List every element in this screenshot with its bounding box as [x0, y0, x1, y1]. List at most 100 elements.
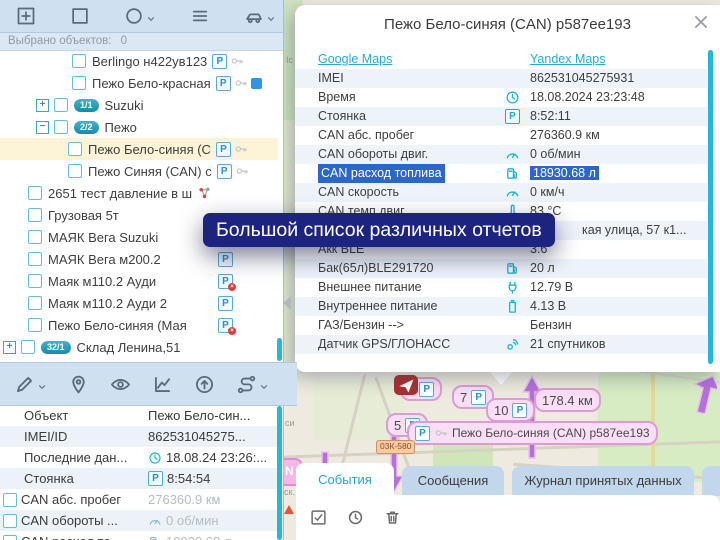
popup-row-value: 18930.68 л	[530, 164, 599, 183]
detail-label: CAN расход то...	[21, 534, 121, 540]
google-maps-link[interactable]: Google Maps	[318, 52, 392, 66]
popup-row-label: Стоянка	[318, 107, 366, 126]
popup-value-text: Бензин	[530, 318, 572, 332]
popup-value-text: 0 об/мин	[530, 147, 581, 161]
close-icon[interactable]	[692, 13, 710, 31]
popup-scrollbar[interactable]	[708, 50, 713, 364]
unit-checkbox[interactable]	[28, 186, 42, 200]
tab-messages[interactable]: Сообщения	[402, 466, 504, 496]
unit-checkbox[interactable]	[54, 120, 68, 134]
select-events-icon[interactable]	[310, 509, 327, 526]
chevron-down-icon[interactable]	[266, 11, 276, 21]
selection-area-icon[interactable]	[70, 6, 90, 26]
route-icon[interactable]	[236, 374, 257, 395]
popup-value-text: 8:52:11	[530, 109, 571, 123]
event-history-group	[347, 509, 364, 526]
popup-row-label: CAN скорость	[318, 183, 399, 202]
unit-checkbox[interactable]	[28, 230, 42, 244]
detail-value-text: 276360.9 км	[148, 492, 220, 507]
list-view-icon[interactable]	[190, 6, 210, 26]
unit-checkbox[interactable]	[28, 208, 42, 222]
unit-checkbox[interactable]	[28, 296, 42, 310]
tree-item[interactable]: Маяк м110.2 Ауди 2P	[0, 292, 278, 314]
unit-label: Пежо Синяя (CAN) с	[88, 164, 212, 179]
visibility-icon[interactable]	[110, 374, 131, 395]
parking-icon: P	[419, 382, 434, 397]
tab-events[interactable]: События	[296, 463, 394, 496]
tree-item[interactable]: Пежо Бело-краснаяP	[0, 72, 278, 94]
export-icon[interactable]	[194, 374, 215, 395]
reports-chart-icon[interactable]	[152, 374, 173, 395]
unit-checkbox[interactable]	[21, 340, 35, 354]
sensor-checkbox[interactable]	[3, 493, 17, 507]
unit-checkbox[interactable]	[28, 252, 42, 266]
unit-label: Berlingo н422ув123	[92, 54, 207, 69]
tree-item[interactable]: МАЯК Вега м200.2P	[0, 248, 278, 270]
tree-item[interactable]: 2651 тест давление в ш	[0, 182, 278, 204]
popup-title: Пежо Бело-синяя (CAN) p587ee193	[295, 5, 720, 33]
edit-icon[interactable]	[14, 374, 35, 395]
detail-row: CAN расход то... 18930.68 л	[0, 531, 277, 540]
detail-value-text: 0 об/мин	[166, 513, 219, 528]
list-view-group	[190, 6, 210, 26]
event-history-icon[interactable]	[347, 509, 364, 526]
edit-group	[14, 374, 47, 395]
tab-partial[interactable]	[702, 466, 720, 496]
tree-scrollbar[interactable]	[277, 338, 282, 361]
map-street-label: Ic	[286, 55, 293, 65]
expand-icon[interactable]: +	[36, 99, 49, 112]
popup-row: CAN абс. пробег276360.9 км	[295, 126, 707, 145]
detail-value: 18930.68 л	[148, 534, 231, 540]
detail-value: 18.08.24 23:26:...	[148, 450, 267, 465]
route-arrow-icon	[691, 374, 717, 414]
avito-logo-icon	[609, 502, 643, 534]
delete-events-icon[interactable]	[384, 509, 401, 526]
unit-checkbox[interactable]	[54, 98, 68, 112]
popup-value-text: 18.08.2024 23:23:48	[530, 90, 645, 104]
tree-item[interactable]: Маяк м110.2 АудиP×	[0, 270, 278, 292]
panel-collapse-arrow-icon[interactable]	[283, 296, 291, 310]
red-cross-dot-icon: ×	[228, 283, 236, 291]
unit-checkbox[interactable]	[72, 54, 86, 68]
unit-checkbox[interactable]	[28, 318, 42, 332]
unit-checkbox[interactable]	[68, 142, 82, 156]
sensor-checkbox[interactable]	[3, 535, 17, 540]
map-cluster-badge[interactable]: 10P	[486, 398, 535, 422]
expand-icon[interactable]: +	[3, 341, 16, 354]
unit-checkbox[interactable]	[72, 76, 86, 90]
popup-value-text: 0 км/ч	[530, 185, 564, 199]
selection-area-group	[70, 6, 90, 26]
tree-item[interactable]: −2/2Пежо	[0, 116, 278, 138]
location-icon[interactable]	[68, 374, 89, 395]
popup-value-text: 862531045275931	[530, 71, 634, 85]
tree-item[interactable]: +1/1Suzuki	[0, 94, 278, 116]
details-scrollbar[interactable]	[277, 406, 282, 540]
unit-checkbox[interactable]	[68, 164, 82, 178]
popup-row: СтоянкаP8:52:11	[295, 107, 707, 126]
yandex-maps-link[interactable]: Yandex Maps	[530, 50, 606, 69]
tree-item[interactable]: +32/1Склад Ленина,51	[0, 336, 278, 358]
popup-row: CAN расход топлива18930.68 л	[295, 164, 707, 183]
tree-item[interactable]: Berlingo н422ув123P	[0, 50, 278, 72]
chevron-down-icon[interactable]	[146, 11, 156, 21]
detail-label: Последние дан...	[24, 450, 127, 465]
geozone-icon[interactable]	[124, 6, 144, 26]
unit-status-icons: P×	[218, 274, 233, 289]
unit-checkbox[interactable]	[28, 274, 42, 288]
tree-item[interactable]: Пежо Бело-синяя (МаяP×	[0, 314, 278, 336]
collapse-icon[interactable]: −	[36, 121, 49, 134]
popup-value-text: 20 л	[530, 261, 555, 275]
tree-item[interactable]: Пежо Бело-синяя (СP	[0, 138, 278, 160]
vehicle-filter-icon[interactable]	[244, 6, 264, 26]
chevron-down-icon[interactable]	[259, 379, 269, 389]
add-unit-icon[interactable]	[16, 6, 36, 26]
sensor-checkbox[interactable]	[3, 514, 17, 528]
tab-data-journal[interactable]: Журнал принятых данных	[512, 466, 694, 496]
chevron-down-icon[interactable]	[37, 379, 47, 389]
popup-row-value: Бензин	[530, 316, 572, 335]
map-cluster-badge[interactable]: 178.4 км	[534, 388, 601, 412]
map-unit-name-badge[interactable]: PПежо Бело-синяя (CAN) p587ee193	[407, 421, 658, 445]
tree-item[interactable]: Пежо Синяя (CAN) сP	[0, 160, 278, 182]
parking-off-icon: P×	[218, 318, 233, 333]
visibility-group	[110, 374, 131, 395]
